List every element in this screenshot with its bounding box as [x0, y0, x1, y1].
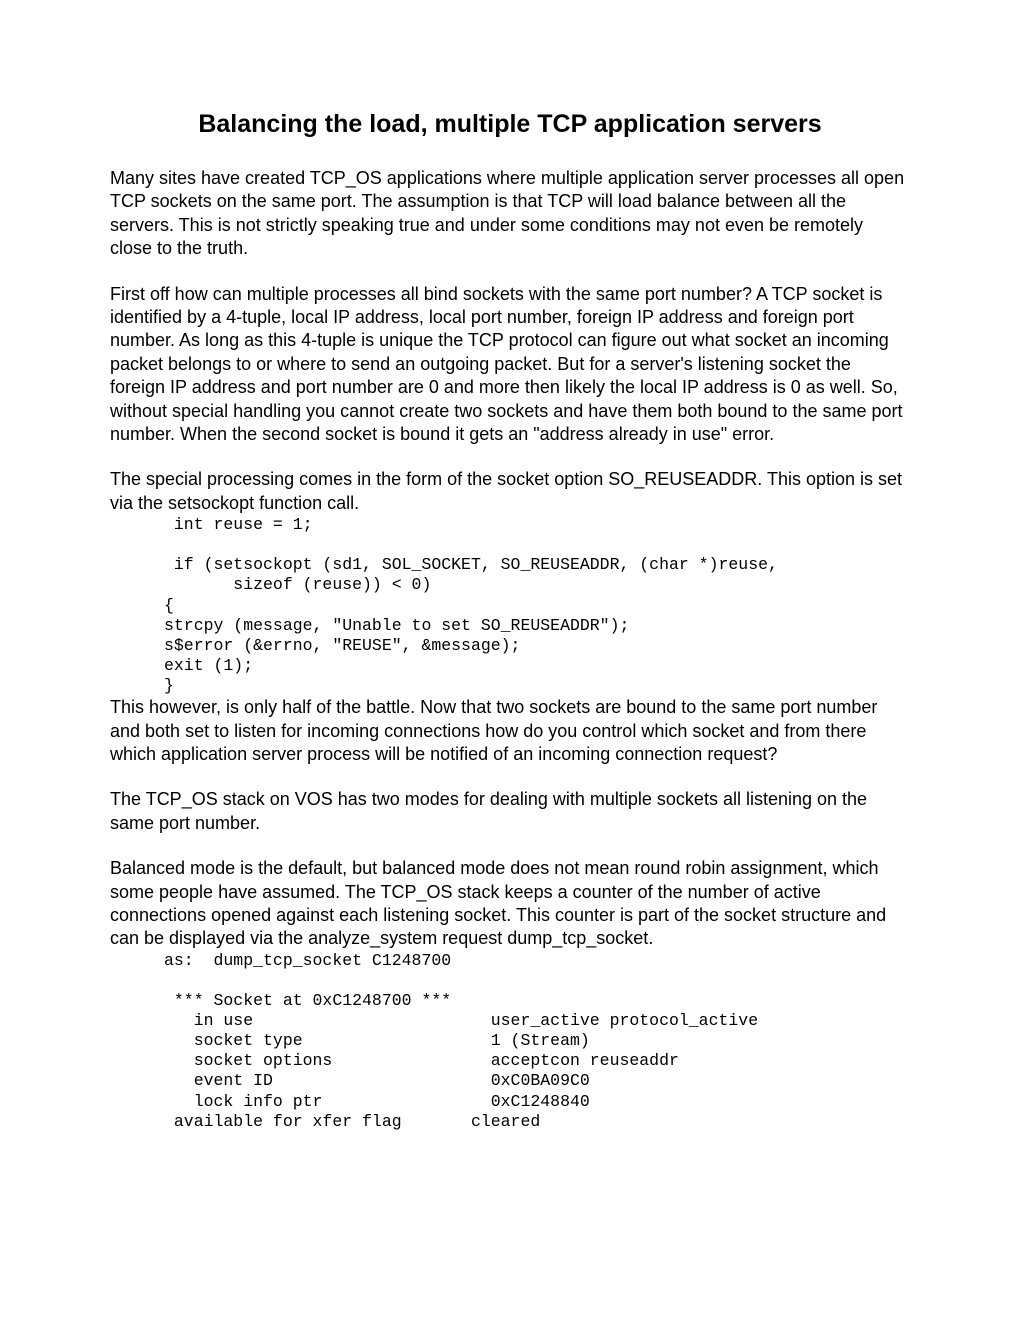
document-title: Balancing the load, multiple TCP applica…	[110, 110, 910, 139]
code-dump-socket: as: dump_tcp_socket C1248700 *** Socket …	[164, 951, 910, 1132]
paragraph-4tuple: First off how can multiple processes all…	[110, 283, 910, 447]
code-setsockopt: int reuse = 1; if (setsockopt (sd1, SOL_…	[164, 515, 910, 696]
paragraph-reuseaddr: The special processing comes in the form…	[110, 468, 910, 515]
paragraph-half-battle: This however, is only half of the battle…	[110, 696, 910, 766]
paragraph-intro: Many sites have created TCP_OS applicati…	[110, 167, 910, 261]
paragraph-two-modes: The TCP_OS stack on VOS has two modes fo…	[110, 788, 910, 835]
paragraph-balanced-mode: Balanced mode is the default, but balanc…	[110, 857, 910, 951]
